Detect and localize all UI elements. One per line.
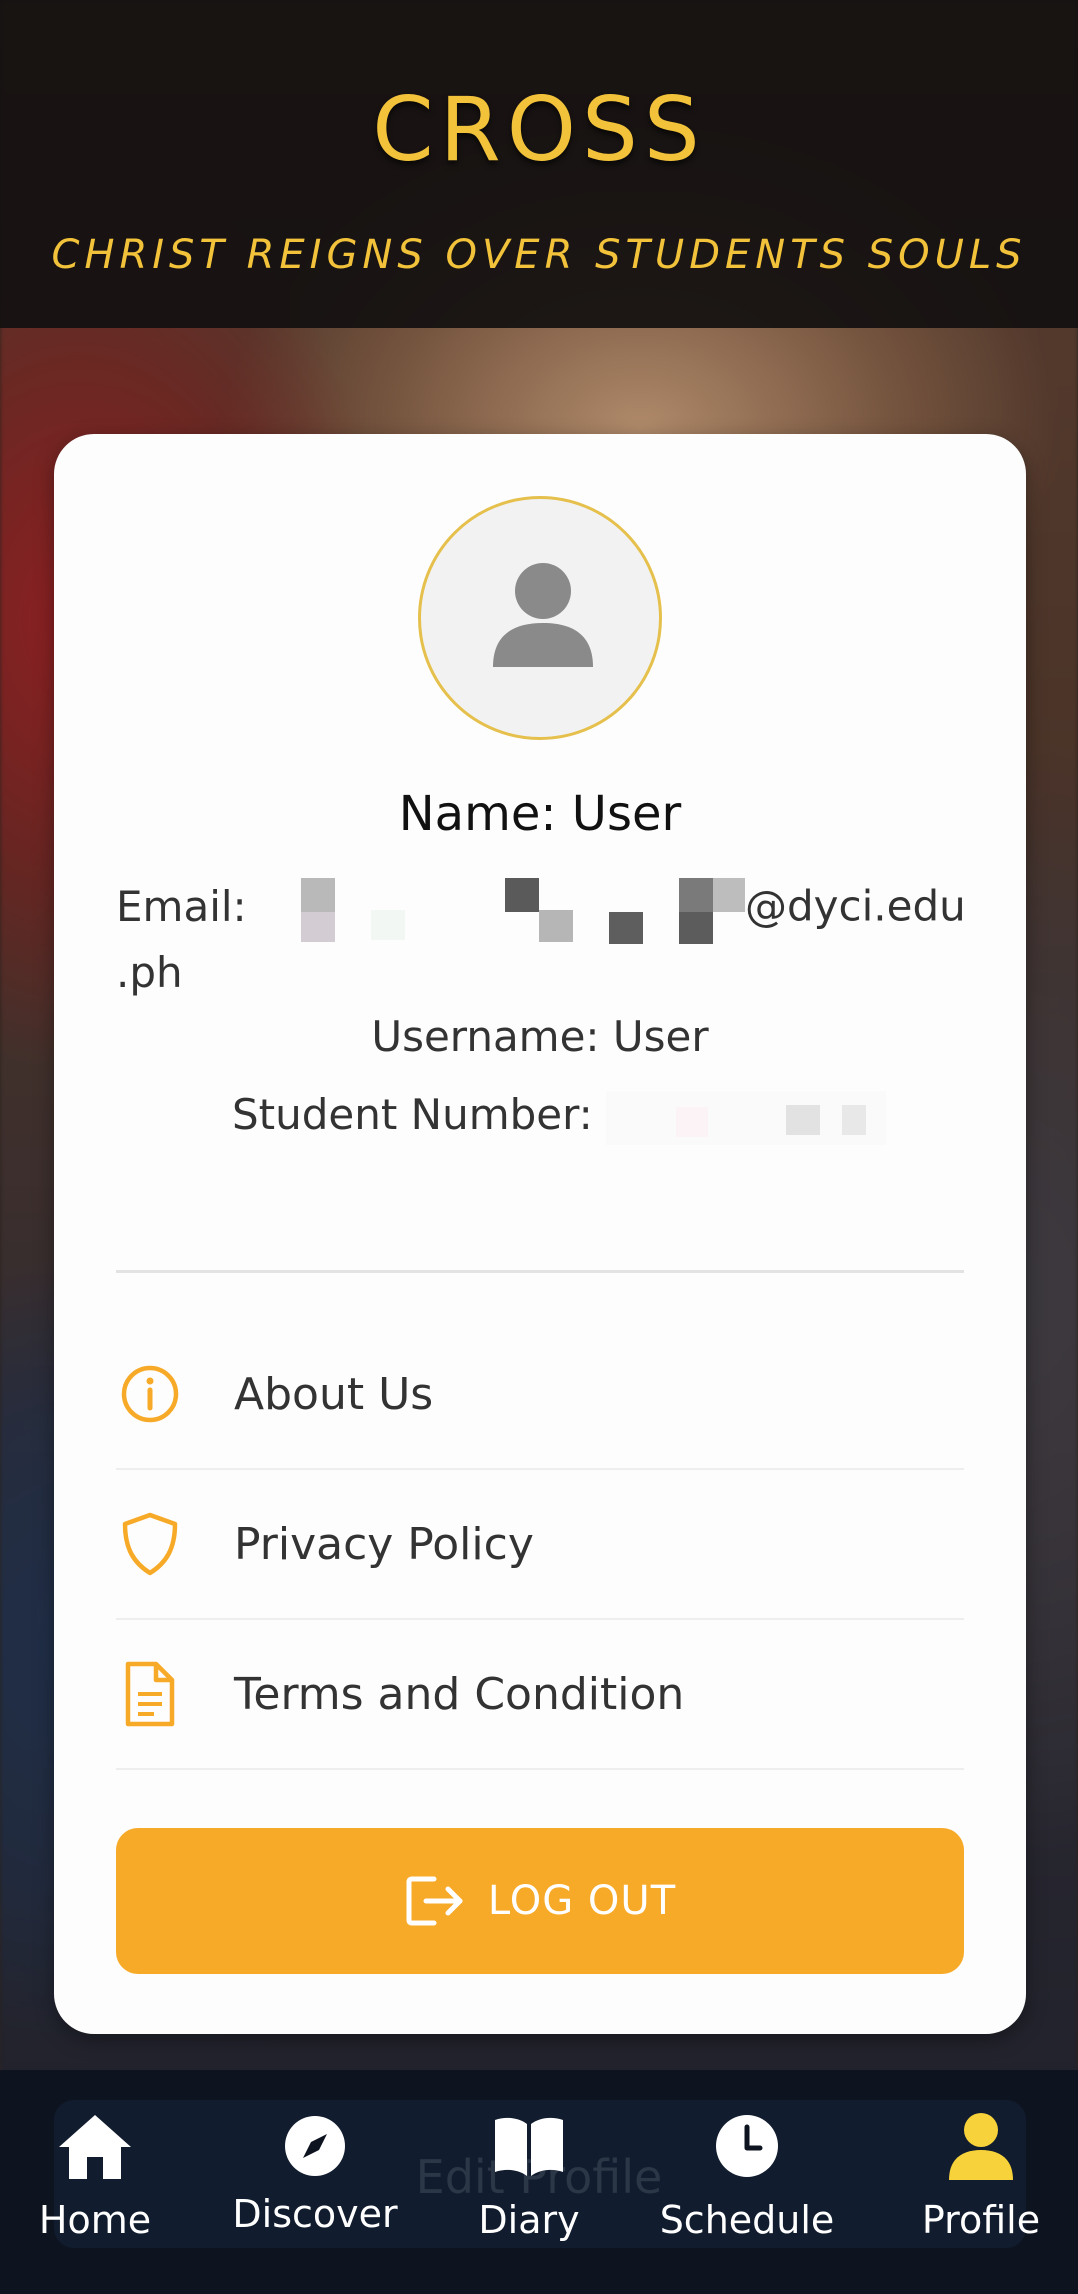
shield-icon [116, 1510, 184, 1578]
email-domain: @dyci.edu [745, 881, 966, 931]
menu-item-label: Privacy Policy [234, 1518, 534, 1570]
email-label: Email: [116, 881, 247, 931]
home-icon [0, 2106, 190, 2186]
book-icon [434, 2106, 624, 2186]
document-icon [116, 1660, 184, 1728]
clock-icon [652, 2106, 842, 2186]
logout-button[interactable]: LOG OUT [116, 1828, 964, 1974]
student-number-label: Student Number: [232, 1090, 593, 1139]
profile-name: Name: User [398, 786, 682, 842]
menu-item-label: Terms and Condition [234, 1668, 685, 1720]
profile-username: Username: User [371, 1012, 709, 1061]
nav-label: Schedule [659, 2198, 835, 2242]
profile-card: Name: User Email: @dyci.edu .ph Username… [54, 434, 1026, 2034]
info-icon [116, 1360, 184, 1428]
nav-home[interactable]: Home [0, 2106, 190, 2286]
email-tail: .ph [116, 948, 183, 997]
nav-profile[interactable]: Profile [886, 2106, 1076, 2286]
nav-schedule[interactable]: Schedule [652, 2106, 842, 2286]
menu-item-privacy-policy[interactable]: Privacy Policy [116, 1470, 964, 1618]
nav-discover[interactable]: Discover [220, 2106, 410, 2286]
menu-item-label: About Us [234, 1368, 434, 1420]
app-title: CROSS [372, 78, 706, 181]
redacted-student-number [606, 1090, 887, 1145]
profile-email: Email: @dyci.edu .ph [116, 874, 986, 1002]
bottom-nav: Edit Profile Home Discover Diary Schedul… [0, 2070, 1078, 2294]
logout-icon [406, 1876, 463, 1926]
nav-label: Discover [232, 2192, 398, 2236]
compass-icon [220, 2106, 410, 2186]
menu-item-about-us[interactable]: About Us [116, 1320, 964, 1468]
redacted-email [301, 874, 745, 944]
avatar[interactable] [418, 496, 662, 740]
nav-label: Profile [921, 2198, 1041, 2242]
nav-label: Diary [478, 2198, 580, 2242]
logout-label: LOG OUT [487, 1878, 677, 1924]
app-header: CROSS CHRIST REIGNS OVER STUDENTS SOULS [0, 0, 1078, 328]
user-icon [886, 2106, 1076, 2186]
user-avatar-icon [493, 563, 593, 667]
nav-diary[interactable]: Diary [434, 2106, 624, 2286]
menu-item-terms[interactable]: Terms and Condition [116, 1620, 964, 1768]
profile-student-number: Student Number: [54, 1090, 1026, 1145]
menu-divider [116, 1768, 964, 1770]
nav-label: Home [38, 2198, 152, 2242]
app-subtitle: CHRIST REIGNS OVER STUDENTS SOULS [51, 232, 1027, 278]
section-divider [116, 1270, 964, 1273]
